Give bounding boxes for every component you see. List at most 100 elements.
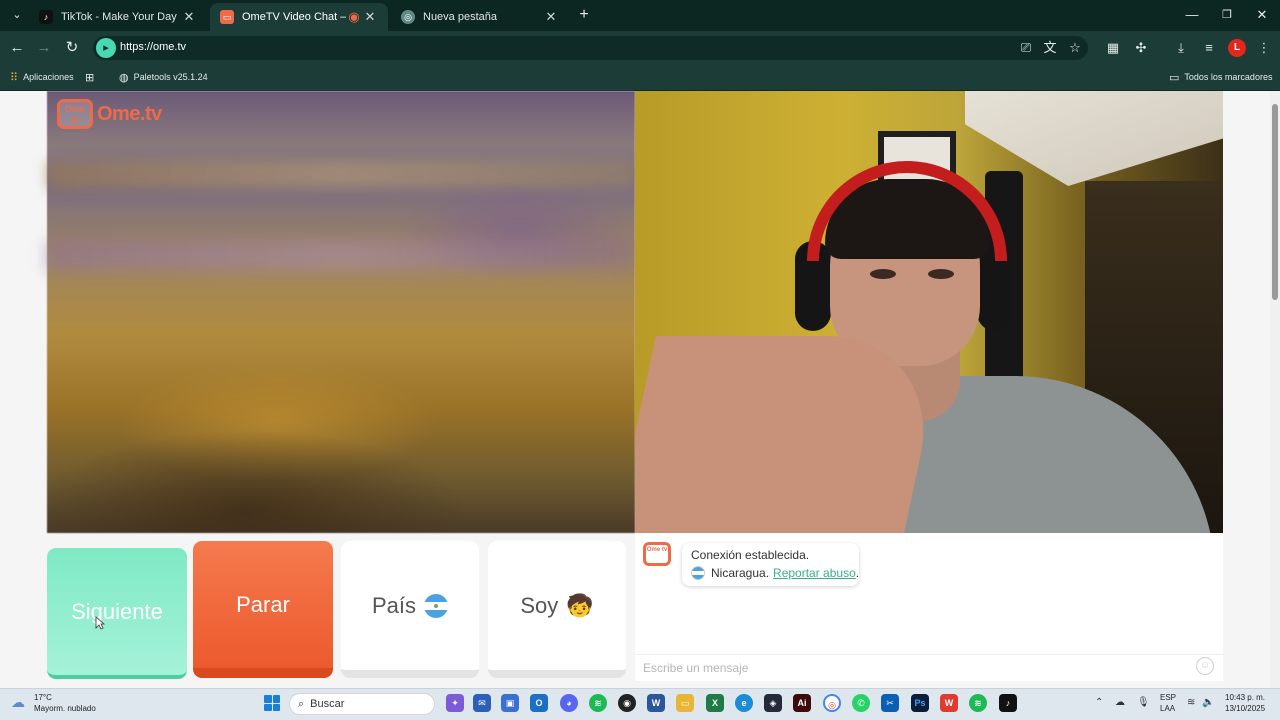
start-tile	[272, 703, 280, 711]
tray-chevron-icon[interactable]: ⌃	[1095, 697, 1103, 708]
back-icon[interactable]: ←	[6, 37, 28, 59]
boy-emoji-icon: 🧒	[566, 592, 594, 618]
video-blur-band	[47, 241, 635, 271]
bookmark-label: Todos los marcadores	[1184, 72, 1273, 82]
reload-icon[interactable]: ↻	[61, 37, 83, 59]
store-icon[interactable]: ▣	[501, 694, 519, 712]
taskbar-search[interactable]: ⌕ Buscar	[289, 693, 435, 715]
bookmark-label: Paletools v25.1.24	[133, 72, 208, 82]
video-blur-band	[47, 161, 635, 189]
start-tile	[264, 695, 272, 703]
clock-date[interactable]: 13/10/2025	[1225, 704, 1265, 713]
nicaragua-flag-icon	[424, 593, 449, 618]
tiktok-icon: ♪	[39, 10, 53, 24]
start-tile	[264, 703, 272, 711]
emoji-picker-icon[interactable]: ☺	[1196, 657, 1214, 675]
restore-icon[interactable]: ❐	[1217, 6, 1237, 24]
stop-button[interactable]: Parar	[193, 541, 333, 678]
input-layout[interactable]: LAA	[1160, 704, 1175, 713]
address-bar[interactable]	[93, 36, 1088, 60]
partner-country: Nicaragua.	[711, 566, 770, 580]
cast-icon[interactable]: ⎚	[1016, 38, 1036, 58]
chat-input-bar	[635, 654, 1223, 680]
url-text[interactable]: https://ome.tv	[120, 41, 186, 53]
minimize-icon[interactable]: —	[1182, 6, 1202, 24]
bookmark-star-icon[interactable]: ☆	[1065, 38, 1085, 58]
stop-button-label: Parar	[236, 591, 290, 617]
site-info-icon[interactable]: ▸	[96, 38, 116, 58]
tab-new[interactable]: ◎ Nueva pestaña ✕	[391, 3, 569, 31]
extension-icon[interactable]: ▦	[1103, 38, 1123, 58]
person-arm	[635, 336, 946, 533]
photoshop-icon[interactable]: Ps	[911, 694, 929, 712]
partner-country-line: Nicaragua. Reportar abuso.	[691, 566, 859, 580]
headphone-band	[807, 161, 1007, 261]
discord-icon[interactable]: ◕	[560, 694, 578, 712]
gender-button[interactable]: Soy 🧒	[488, 541, 626, 678]
close-tab-icon[interactable]: ✕	[543, 9, 559, 25]
extensions-puzzle-icon[interactable]: ✣	[1131, 38, 1151, 58]
mail-icon[interactable]: ✉	[473, 694, 491, 712]
gender-button-label: Soy	[520, 592, 559, 618]
photo-app-icon[interactable]: ◈	[764, 694, 782, 712]
person-eye	[928, 269, 954, 279]
excel-icon[interactable]: X	[706, 694, 724, 712]
bookmark-apps[interactable]: ⠿ Aplicaciones	[10, 69, 74, 85]
file-explorer-icon[interactable]: ▭	[676, 694, 694, 712]
onedrive-icon[interactable]: ☁	[1115, 697, 1125, 708]
download-icon[interactable]: ⤓	[1171, 38, 1191, 58]
steam-icon[interactable]: ◉	[618, 694, 636, 712]
weather-cloud-icon[interactable]: ☁	[11, 694, 31, 710]
input-language[interactable]: ESP	[1160, 693, 1176, 702]
globe-icon: ◍	[119, 71, 129, 84]
report-abuse-link[interactable]: Reportar abuso	[773, 566, 856, 580]
local-video	[635, 91, 1223, 533]
profile-avatar[interactable]: L	[1228, 39, 1246, 57]
edge-icon[interactable]: e	[735, 694, 753, 712]
bookmark-label: Aplicaciones	[23, 72, 74, 82]
country-button-label: País	[371, 592, 417, 618]
mouse-pointer-icon	[95, 616, 105, 630]
clock-time[interactable]: 10:43 p. m.	[1225, 693, 1265, 702]
tab-tiktok[interactable]: ♪ TikTok - Make Your Day ✕	[29, 3, 207, 31]
next-button[interactable]: Siguiente	[47, 548, 187, 679]
wps-icon[interactable]: W	[940, 694, 958, 712]
new-tab-icon[interactable]: +	[574, 6, 594, 24]
bookmark-paletools[interactable]: ◍ Paletools v25.1.24	[119, 69, 208, 85]
country-button[interactable]: País	[341, 541, 479, 678]
close-tab-icon[interactable]: ✕	[362, 9, 378, 25]
windows-taskbar	[0, 688, 1280, 720]
media-control-icon[interactable]: ≡	[1199, 38, 1219, 58]
outlook-icon[interactable]: O	[530, 694, 548, 712]
apps-grid-icon: ⠿	[10, 71, 19, 84]
weather-description[interactable]: Mayorm. nublado	[34, 704, 96, 713]
menu-kebab-icon[interactable]: ⋮	[1254, 38, 1274, 58]
translate-icon[interactable]: 文	[1040, 38, 1060, 58]
microphone-icon[interactable]: 🎙	[1137, 697, 1150, 708]
tab-label: Nueva pestaña	[423, 11, 497, 23]
search-label: Buscar	[310, 698, 345, 710]
forward-icon[interactable]: →	[33, 37, 55, 59]
tab-search-chevron-icon[interactable]: ⌄	[6, 4, 28, 26]
snipping-tool-icon[interactable]: ✂	[881, 694, 899, 712]
bookmark-tab-groups[interactable]: ⊞	[85, 69, 99, 85]
bookmark-all[interactable]: ▭ Todos los marcadores	[1169, 69, 1272, 85]
weather-temperature[interactable]: 17°C	[34, 693, 52, 702]
windows-start-icon[interactable]	[264, 695, 280, 711]
illustrator-icon[interactable]: Ai	[793, 694, 811, 712]
volume-icon[interactable]: 🔈	[1202, 697, 1214, 708]
wifi-icon[interactable]: ≋	[1187, 697, 1195, 708]
spotify-icon[interactable]: ≋	[589, 694, 607, 712]
tiktok-taskbar-icon[interactable]: ♪	[999, 694, 1017, 712]
word-icon[interactable]: W	[647, 694, 665, 712]
copilot-icon[interactable]: ✦	[446, 694, 464, 712]
spotify-icon-2[interactable]: ≋	[969, 694, 987, 712]
scrollbar-thumb[interactable]	[1272, 104, 1278, 300]
chrome-taskbar-icon[interactable]: ◎	[823, 694, 841, 712]
search-icon: ⌕	[298, 697, 305, 710]
tab-ometv[interactable]: ▭ OmeTV Video Chat — Omegl ◉ ✕	[210, 3, 388, 31]
whatsapp-icon[interactable]: ✆	[852, 694, 870, 712]
close-window-icon[interactable]: ✕	[1252, 6, 1272, 24]
close-tab-icon[interactable]: ✕	[181, 9, 197, 25]
message-input[interactable]	[643, 659, 1183, 677]
